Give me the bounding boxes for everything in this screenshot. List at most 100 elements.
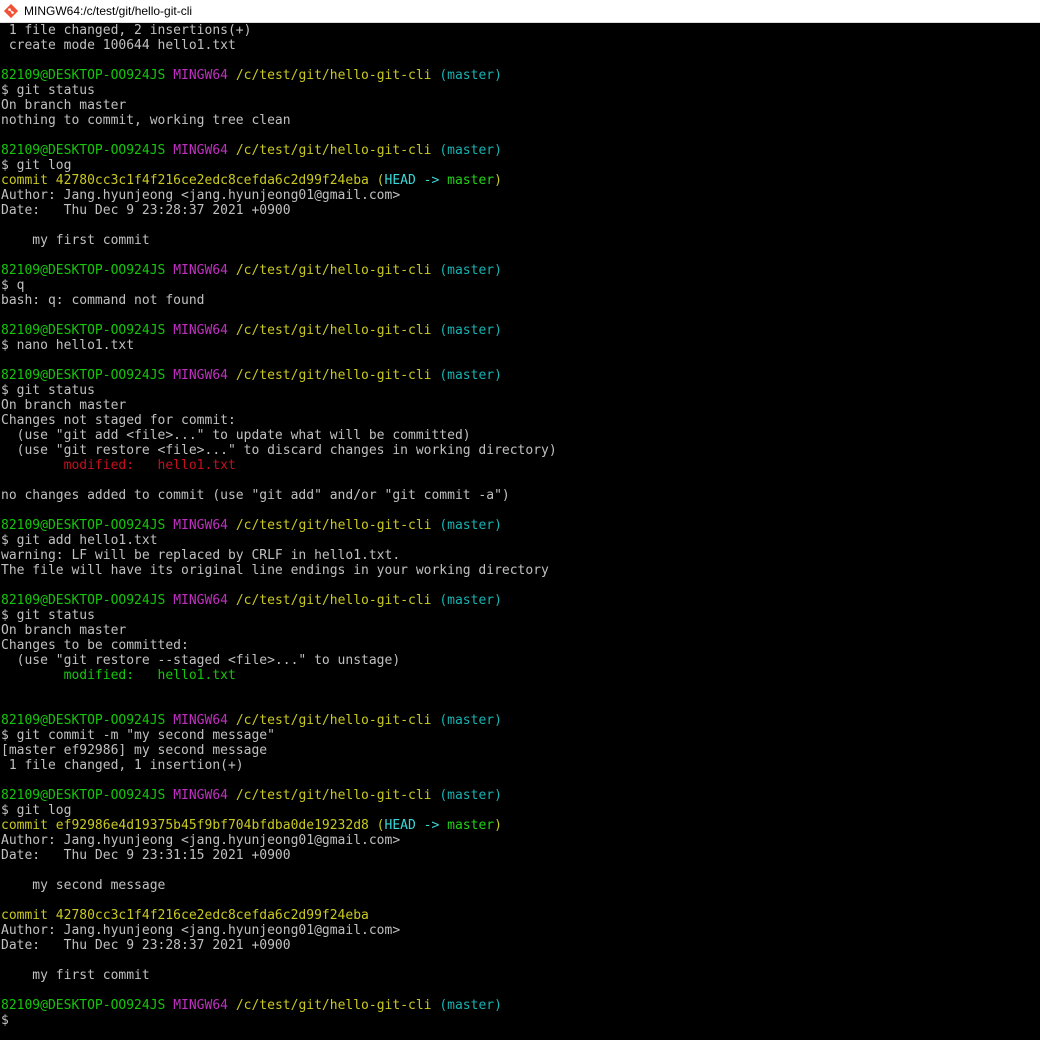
- ref-branch: master: [447, 818, 495, 833]
- window-titlebar[interactable]: MINGW64:/c/test/git/hello-git-cli: [0, 0, 1040, 23]
- command-line: $ git log: [1, 803, 1040, 818]
- prompt-user-host: 82109@DESKTOP-OO924JS: [1, 998, 166, 1013]
- commit-hash: commit 42780cc3c1f4f216ce2edc8cefda6c2d9…: [1, 173, 369, 188]
- output-line: Author: Jang.hyunjeong <jang.hyunjeong01…: [1, 188, 1040, 203]
- prompt-user-host: 82109@DESKTOP-OO924JS: [1, 713, 166, 728]
- prompt-line: 82109@DESKTOP-OO924JS MINGW64 /c/test/gi…: [1, 518, 1040, 533]
- command-line: $ git status: [1, 83, 1040, 98]
- command-line: $ nano hello1.txt: [1, 338, 1040, 353]
- prompt-branch: (master): [439, 593, 502, 608]
- output-text: my first commit: [1, 233, 150, 248]
- output-line: create mode 100644 hello1.txt: [1, 38, 1040, 53]
- command-line: $ q: [1, 278, 1040, 293]
- output-text: nothing to commit, working tree clean: [1, 113, 291, 128]
- prompt-branch: (master): [439, 143, 502, 158]
- unstaged-file-line: modified: hello1.txt: [1, 458, 1040, 473]
- output-text: 1 file changed, 1 insertion(+): [1, 758, 244, 773]
- prompt-branch: (master): [439, 263, 502, 278]
- output-text: On branch master: [1, 398, 127, 413]
- command-text: $ git add hello1.txt: [1, 533, 158, 548]
- prompt-path: /c/test/git/hello-git-cli: [235, 143, 432, 158]
- output-text: Author: Jang.hyunjeong <jang.hyunjeong01…: [1, 833, 401, 848]
- command-line: $ git status: [1, 383, 1040, 398]
- prompt-line: 82109@DESKTOP-OO924JS MINGW64 /c/test/gi…: [1, 143, 1040, 158]
- output-text: Author: Jang.hyunjeong <jang.hyunjeong01…: [1, 188, 401, 203]
- prompt-line: 82109@DESKTOP-OO924JS MINGW64 /c/test/gi…: [1, 998, 1040, 1013]
- output-line: 1 file changed, 2 insertions(+): [1, 23, 1040, 38]
- command-line: $ git add hello1.txt: [1, 533, 1040, 548]
- prompt-branch: (master): [439, 788, 502, 803]
- command-text: $ git status: [1, 608, 95, 623]
- output-text: (use "git add <file>..." to update what …: [1, 428, 471, 443]
- prompt-path: /c/test/git/hello-git-cli: [235, 323, 432, 338]
- ref-paren-close: ): [494, 818, 502, 833]
- ref-paren-open: (: [368, 818, 385, 833]
- prompt-user-host: 82109@DESKTOP-OO924JS: [1, 263, 166, 278]
- output-line: my first commit: [1, 233, 1040, 248]
- output-text: 1 file changed, 2 insertions(+): [1, 23, 252, 38]
- terminal-output[interactable]: 1 file changed, 2 insertions(+) create m…: [1, 23, 1040, 1040]
- prompt-line: 82109@DESKTOP-OO924JS MINGW64 /c/test/gi…: [1, 68, 1040, 83]
- prompt-system: MINGW64: [173, 998, 228, 1013]
- command-text: $ nano hello1.txt: [1, 338, 135, 353]
- status-file-text: modified: hello1.txt: [1, 668, 236, 683]
- output-text: On branch master: [1, 623, 127, 638]
- prompt-branch: (master): [439, 713, 502, 728]
- output-line: bash: q: command not found: [1, 293, 1040, 308]
- ref-head: HEAD ->: [384, 173, 448, 188]
- output-line: [master ef92986] my second message: [1, 743, 1040, 758]
- output-text: On branch master: [1, 98, 127, 113]
- output-line: Author: Jang.hyunjeong <jang.hyunjeong01…: [1, 833, 1040, 848]
- output-text: (use "git restore --staged <file>..." to…: [1, 653, 401, 668]
- output-text: Date: Thu Dec 9 23:28:37 2021 +0900: [1, 938, 291, 953]
- command-text: $ q: [1, 278, 25, 293]
- prompt-path: /c/test/git/hello-git-cli: [235, 788, 432, 803]
- command-text: $ git status: [1, 383, 95, 398]
- output-text: my second message: [1, 878, 166, 893]
- output-line: On branch master: [1, 398, 1040, 413]
- output-line: The file will have its original line end…: [1, 563, 1040, 578]
- command-text: $ git log: [1, 158, 72, 173]
- output-line: warning: LF will be replaced by CRLF in …: [1, 548, 1040, 563]
- prompt-path: /c/test/git/hello-git-cli: [235, 263, 432, 278]
- prompt-user-host: 82109@DESKTOP-OO924JS: [1, 788, 166, 803]
- output-text: Changes to be committed:: [1, 638, 189, 653]
- output-text: [master ef92986] my second message: [1, 743, 268, 758]
- output-line: 1 file changed, 1 insertion(+): [1, 758, 1040, 773]
- prompt-user-host: 82109@DESKTOP-OO924JS: [1, 143, 166, 158]
- output-line: (use "git restore <file>..." to discard …: [1, 443, 1040, 458]
- commit-line: commit 42780cc3c1f4f216ce2edc8cefda6c2d9…: [1, 908, 1040, 923]
- output-text: my first commit: [1, 968, 150, 983]
- output-text: Changes not staged for commit:: [1, 413, 236, 428]
- output-text: Author: Jang.hyunjeong <jang.hyunjeong01…: [1, 923, 401, 938]
- prompt-branch: (master): [439, 68, 502, 83]
- output-line: Date: Thu Dec 9 23:28:37 2021 +0900: [1, 938, 1040, 953]
- prompt-path: /c/test/git/hello-git-cli: [235, 368, 432, 383]
- output-text: (use "git restore <file>..." to discard …: [1, 443, 557, 458]
- command-line: $ git log: [1, 158, 1040, 173]
- prompt-line: 82109@DESKTOP-OO924JS MINGW64 /c/test/gi…: [1, 593, 1040, 608]
- prompt-user-host: 82109@DESKTOP-OO924JS: [1, 323, 166, 338]
- commit-line: commit 42780cc3c1f4f216ce2edc8cefda6c2d9…: [1, 173, 1040, 188]
- prompt-system: MINGW64: [173, 368, 228, 383]
- prompt-system: MINGW64: [173, 788, 228, 803]
- command-text: $ git status: [1, 83, 95, 98]
- prompt-system: MINGW64: [173, 323, 228, 338]
- command-line: $: [1, 1013, 1040, 1028]
- ref-paren-close: ): [494, 173, 502, 188]
- prompt-path: /c/test/git/hello-git-cli: [235, 998, 432, 1013]
- staged-file-line: modified: hello1.txt: [1, 668, 1040, 683]
